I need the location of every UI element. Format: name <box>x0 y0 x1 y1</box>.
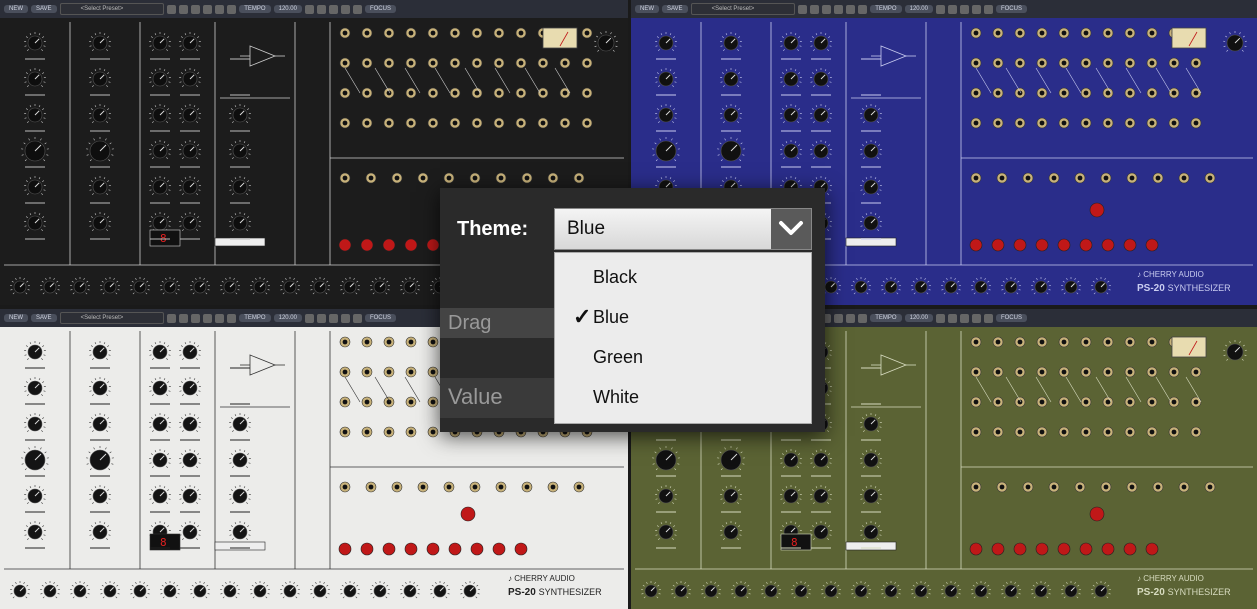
save-button[interactable]: SAVE <box>662 5 688 13</box>
theme-option-blue[interactable]: ✓ Blue <box>555 299 811 337</box>
toolbar-tool-icon[interactable] <box>179 4 189 14</box>
toolbar-tool-icon[interactable] <box>340 4 350 14</box>
toolbar-tool-icon[interactable] <box>304 313 314 323</box>
toolbar-tool-icon[interactable] <box>810 4 820 14</box>
theme-settings-popup: Drag Value Theme: Blue Black ✓ Blue Green… <box>440 188 825 432</box>
toolbar-tool-icon[interactable] <box>822 4 832 14</box>
new-button[interactable]: NEW <box>635 5 659 13</box>
save-button[interactable]: SAVE <box>31 5 57 13</box>
toolbar-tool-icon[interactable] <box>227 4 237 14</box>
theme-label: Theme: <box>457 218 529 240</box>
toolbar-tool-icon[interactable] <box>179 313 189 323</box>
toolbar-tool-icon[interactable] <box>834 4 844 14</box>
brand-model: PS-20 SYNTHESIZER <box>1137 587 1231 598</box>
toolbar-tool-icon[interactable] <box>858 4 868 14</box>
background-value-option: Value <box>440 378 554 418</box>
theme-option-label: Green <box>593 347 644 367</box>
theme-option-white[interactable]: White <box>555 379 811 417</box>
tempo-value[interactable]: 120.00 <box>904 5 933 13</box>
toolbar-tool-icon[interactable] <box>935 313 945 323</box>
toolbar-tool-icon[interactable] <box>328 4 338 14</box>
tempo-value[interactable]: 120.00 <box>273 314 302 322</box>
preset-selector[interactable]: <Select Preset> <box>59 3 165 15</box>
preset-selector[interactable]: <Select Preset> <box>59 312 165 324</box>
toolbar-tool-icon[interactable] <box>167 4 177 14</box>
focus-button[interactable]: FOCUS <box>364 5 396 13</box>
checkmark-icon: ✓ <box>573 304 592 329</box>
theme-option-label: Blue <box>593 307 630 327</box>
tempo-label: TEMPO <box>239 314 271 322</box>
toolbar-tool-icon[interactable] <box>971 4 981 14</box>
toolbar-tool-icon[interactable] <box>352 4 362 14</box>
toolbar-tool-icon[interactable] <box>316 4 326 14</box>
toolbar-tool-icon[interactable] <box>328 313 338 323</box>
new-button[interactable]: NEW <box>4 314 28 322</box>
focus-button[interactable]: FOCUS <box>995 314 1027 322</box>
toolbar-tool-icon[interactable] <box>983 313 993 323</box>
brand-model: PS-20 SYNTHESIZER <box>508 587 602 598</box>
tempo-value[interactable]: 120.00 <box>273 5 302 13</box>
toolbar-tool-icon[interactable] <box>203 4 213 14</box>
toolbar-tool-icon[interactable] <box>846 313 856 323</box>
toolbar-tool-icon[interactable] <box>959 313 969 323</box>
toolbar-tool-icon[interactable] <box>846 4 856 14</box>
toolbar-tool-icon[interactable] <box>227 313 237 323</box>
tempo-label: TEMPO <box>870 5 902 13</box>
theme-option-label: White <box>593 387 640 407</box>
tempo-value[interactable]: 120.00 <box>904 314 933 322</box>
toolbar-tool-icon[interactable] <box>947 313 957 323</box>
toolbar-tool-icon[interactable] <box>215 313 225 323</box>
toolbar-tool-icon[interactable] <box>191 4 201 14</box>
toolbar-tool-icon[interactable] <box>959 4 969 14</box>
toolbar-tool-icon[interactable] <box>316 313 326 323</box>
background-drag-option: Drag <box>440 308 554 338</box>
theme-options-list: Black ✓ Blue Green White <box>554 252 812 424</box>
theme-option-green[interactable]: Green <box>555 339 811 377</box>
preset-selector[interactable]: <Select Preset> <box>690 3 796 15</box>
theme-option-label: Black <box>593 267 638 287</box>
focus-button[interactable]: FOCUS <box>995 5 1027 13</box>
tempo-label: TEMPO <box>239 5 271 13</box>
synth-toolbar: NEWSAVE<Select Preset> TEMPO120.00 FOCUS <box>0 0 628 18</box>
toolbar-tool-icon[interactable] <box>304 4 314 14</box>
save-button[interactable]: SAVE <box>31 314 57 322</box>
toolbar-tool-icon[interactable] <box>203 313 213 323</box>
toolbar-tool-icon[interactable] <box>215 4 225 14</box>
toolbar-tool-icon[interactable] <box>947 4 957 14</box>
toolbar-tool-icon[interactable] <box>340 313 350 323</box>
toolbar-tool-icon[interactable] <box>191 313 201 323</box>
theme-option-black[interactable]: Black <box>555 259 811 297</box>
toolbar-tool-icon[interactable] <box>167 313 177 323</box>
brand-company: ♪ CHERRY AUDIO <box>1137 574 1204 583</box>
toolbar-tool-icon[interactable] <box>935 4 945 14</box>
new-button[interactable]: NEW <box>4 5 28 13</box>
brand-model: PS-20 SYNTHESIZER <box>1137 283 1231 294</box>
synth-toolbar: NEWSAVE<Select Preset> TEMPO120.00 FOCUS <box>631 0 1257 18</box>
brand-company: ♪ CHERRY AUDIO <box>1137 270 1204 279</box>
tempo-label: TEMPO <box>870 314 902 322</box>
brand-company: ♪ CHERRY AUDIO <box>508 574 575 583</box>
chevron-down-icon[interactable] <box>771 209 811 249</box>
toolbar-tool-icon[interactable] <box>983 4 993 14</box>
toolbar-tool-icon[interactable] <box>971 313 981 323</box>
toolbar-tool-icon[interactable] <box>834 313 844 323</box>
toolbar-tool-icon[interactable] <box>798 4 808 14</box>
focus-button[interactable]: FOCUS <box>364 314 396 322</box>
theme-selected-value: Blue <box>567 218 606 239</box>
toolbar-tool-icon[interactable] <box>858 313 868 323</box>
toolbar-tool-icon[interactable] <box>352 313 362 323</box>
theme-dropdown[interactable]: Blue <box>554 208 812 250</box>
